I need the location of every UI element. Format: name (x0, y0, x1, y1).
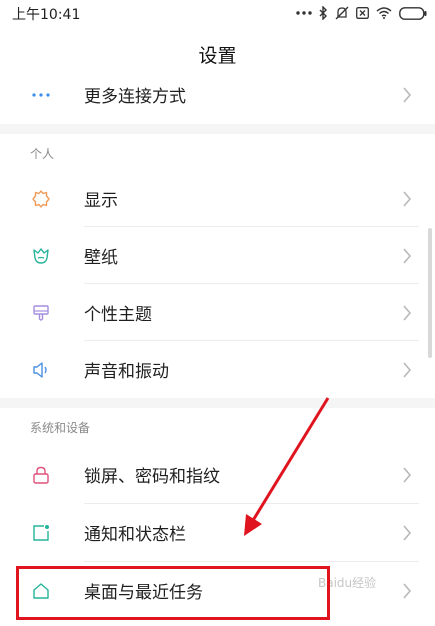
settings-item-label: 个性主题 (84, 305, 152, 325)
page-title: 设置 (198, 44, 237, 67)
settings-item-label: 壁纸 (84, 248, 118, 268)
alarm-off-icon (335, 6, 349, 20)
section-gap (0, 124, 435, 134)
status-icons (296, 4, 427, 22)
section-header-personal: 个人 (0, 134, 435, 172)
chevron-right-icon (403, 304, 412, 321)
scrollbar[interactable] (428, 228, 432, 358)
settings-item-wallpaper[interactable]: 壁纸 (0, 227, 435, 284)
more-status-icon (296, 11, 312, 15)
settings-item-display[interactable]: 显示 (0, 170, 435, 227)
settings-item-label: 显示 (84, 191, 118, 211)
notification-icon (30, 522, 52, 544)
status-time: 上午10:41 (12, 7, 81, 23)
chevron-right-icon (403, 582, 412, 599)
settings-item-label: 锁屏、密码和指纹 (84, 467, 220, 487)
bluetooth-icon (319, 6, 327, 20)
sun-icon (30, 188, 52, 210)
section-gap (0, 398, 435, 408)
chevron-right-icon (403, 247, 412, 264)
chevron-right-icon (403, 524, 412, 541)
section-title: 系统和设备 (30, 421, 91, 435)
settings-item-label: 通知和状态栏 (84, 525, 186, 545)
brush-icon (30, 302, 52, 324)
chevron-right-icon (403, 86, 412, 103)
chevron-right-icon (403, 466, 412, 483)
battery-icon (399, 6, 427, 20)
status-bar: 上午10:41 (0, 0, 435, 26)
wifi-icon (376, 7, 392, 19)
settings-item-theme[interactable]: 个性主题 (0, 284, 435, 341)
settings-item-more-connections[interactable]: 更多连接方式 (0, 66, 435, 123)
settings-item-sound[interactable]: 声音和振动 (0, 341, 435, 398)
lock-icon (30, 464, 52, 486)
tulip-icon (30, 245, 52, 267)
speaker-icon (30, 359, 52, 381)
chevron-right-icon (403, 361, 412, 378)
section-title: 个人 (30, 147, 55, 161)
settings-item-label: 更多连接方式 (84, 87, 186, 107)
chevron-right-icon (403, 190, 412, 207)
section-header-system: 系统和设备 (0, 408, 435, 446)
settings-item-label: 声音和振动 (84, 362, 169, 382)
more-dots-icon (30, 84, 52, 106)
sim-x-icon (356, 7, 369, 19)
annotation-highlight-box (16, 566, 330, 620)
settings-item-notifications[interactable]: 通知和状态栏 (0, 504, 435, 561)
settings-item-lockscreen[interactable]: 锁屏、密码和指纹 (0, 446, 435, 503)
